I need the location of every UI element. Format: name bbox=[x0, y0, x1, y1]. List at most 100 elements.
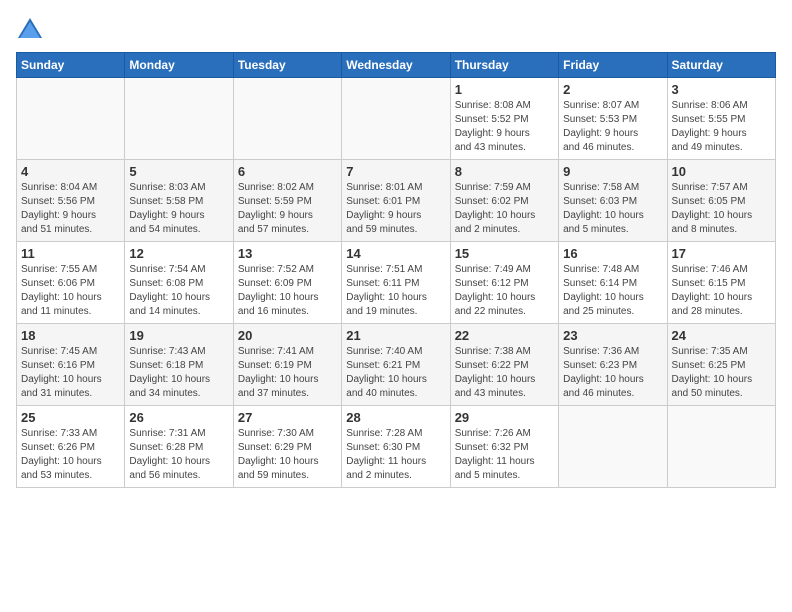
day-number: 14 bbox=[346, 246, 445, 261]
weekday-header-monday: Monday bbox=[125, 53, 233, 78]
calendar-cell: 26 Sunrise: 7:31 AM Sunset: 6:28 PM Dayli… bbox=[125, 406, 233, 488]
calendar-cell: 22 Sunrise: 7:38 AM Sunset: 6:22 PM Dayli… bbox=[450, 324, 558, 406]
calendar-cell: 8 Sunrise: 7:59 AM Sunset: 6:02 PM Daylig… bbox=[450, 160, 558, 242]
calendar-cell: 23 Sunrise: 7:36 AM Sunset: 6:23 PM Dayli… bbox=[559, 324, 667, 406]
calendar-week-1: 1Sunrise: 8:08 AM Sunset: 5:52 PM Daylig… bbox=[17, 78, 776, 160]
day-info: Sunrise: 7:41 AM Sunset: 6:19 PM Dayligh… bbox=[238, 345, 337, 401]
day-info: Sunrise: 7:36 AM Sunset: 6:23 PM Dayligh… bbox=[563, 345, 662, 401]
day-info: Sunrise: 8:01 AM Sunset: 6:01 PM Dayligh… bbox=[346, 181, 445, 237]
calendar-cell: 20Sunrise: 7:41 AM Sunset: 6:19 PM Dayli… bbox=[233, 324, 341, 406]
weekday-header-saturday: Saturday bbox=[667, 53, 775, 78]
calendar-cell: 10 Sunrise: 7:57 AM Sunset: 6:05 PM Dayli… bbox=[667, 160, 775, 242]
calendar-week-2: 4 Sunrise: 8:04 AM Sunset: 5:56 PM Daylig… bbox=[17, 160, 776, 242]
day-number: 26 bbox=[129, 410, 228, 425]
day-number: 18 bbox=[21, 328, 120, 343]
day-info: Sunrise: 7:54 AM Sunset: 6:08 PM Dayligh… bbox=[129, 263, 228, 319]
calendar-cell: 17 Sunrise: 7:46 AM Sunset: 6:15 PM Dayli… bbox=[667, 242, 775, 324]
day-info: Sunrise: 7:48 AM Sunset: 6:14 PM Dayligh… bbox=[563, 263, 662, 319]
day-number: 15 bbox=[455, 246, 554, 261]
day-number: 24 bbox=[672, 328, 771, 343]
calendar-cell: 4 Sunrise: 8:04 AM Sunset: 5:56 PM Daylig… bbox=[17, 160, 125, 242]
day-info: Sunrise: 7:38 AM Sunset: 6:22 PM Dayligh… bbox=[455, 345, 554, 401]
day-number: 13 bbox=[238, 246, 337, 261]
day-number: 9 bbox=[563, 164, 662, 179]
day-info: Sunrise: 7:55 AM Sunset: 6:06 PM Dayligh… bbox=[21, 263, 120, 319]
day-info: Sunrise: 7:33 AM Sunset: 6:26 PM Dayligh… bbox=[21, 427, 120, 483]
calendar-cell bbox=[233, 78, 341, 160]
weekday-header-wednesday: Wednesday bbox=[342, 53, 450, 78]
page-header bbox=[16, 16, 776, 44]
calendar-cell bbox=[559, 406, 667, 488]
day-info: Sunrise: 8:08 AM Sunset: 5:52 PM Dayligh… bbox=[455, 99, 554, 155]
day-number: 10 bbox=[672, 164, 771, 179]
day-number: 16 bbox=[563, 246, 662, 261]
day-number: 7 bbox=[346, 164, 445, 179]
calendar-week-3: 11 Sunrise: 7:55 AM Sunset: 6:06 PM Dayli… bbox=[17, 242, 776, 324]
calendar-cell bbox=[667, 406, 775, 488]
calendar-cell: 12 Sunrise: 7:54 AM Sunset: 6:08 PM Dayli… bbox=[125, 242, 233, 324]
calendar-week-4: 18 Sunrise: 7:45 AM Sunset: 6:16 PM Dayli… bbox=[17, 324, 776, 406]
calendar-header-row: SundayMondayTuesdayWednesdayThursdayFrid… bbox=[17, 53, 776, 78]
day-info: Sunrise: 7:43 AM Sunset: 6:18 PM Dayligh… bbox=[129, 345, 228, 401]
day-number: 12 bbox=[129, 246, 228, 261]
day-info: Sunrise: 7:45 AM Sunset: 6:16 PM Dayligh… bbox=[21, 345, 120, 401]
calendar-cell: 15 Sunrise: 7:49 AM Sunset: 6:12 PM Dayli… bbox=[450, 242, 558, 324]
day-info: Sunrise: 8:07 AM Sunset: 5:53 PM Dayligh… bbox=[563, 99, 662, 155]
calendar-cell: 6 Sunrise: 8:02 AM Sunset: 5:59 PM Daylig… bbox=[233, 160, 341, 242]
day-info: Sunrise: 7:30 AM Sunset: 6:29 PM Dayligh… bbox=[238, 427, 337, 483]
calendar-cell: 9Sunrise: 7:58 AM Sunset: 6:03 PM Daylig… bbox=[559, 160, 667, 242]
day-info: Sunrise: 8:06 AM Sunset: 5:55 PM Dayligh… bbox=[672, 99, 771, 155]
day-info: Sunrise: 7:52 AM Sunset: 6:09 PM Dayligh… bbox=[238, 263, 337, 319]
calendar-cell bbox=[17, 78, 125, 160]
day-number: 2 bbox=[563, 82, 662, 97]
day-info: Sunrise: 7:31 AM Sunset: 6:28 PM Dayligh… bbox=[129, 427, 228, 483]
calendar-cell bbox=[342, 78, 450, 160]
day-number: 28 bbox=[346, 410, 445, 425]
calendar-week-5: 25 Sunrise: 7:33 AM Sunset: 6:26 PM Dayli… bbox=[17, 406, 776, 488]
day-number: 29 bbox=[455, 410, 554, 425]
calendar-cell bbox=[125, 78, 233, 160]
calendar-cell: 14 Sunrise: 7:51 AM Sunset: 6:11 PM Dayli… bbox=[342, 242, 450, 324]
calendar-cell: 2 Sunrise: 8:07 AM Sunset: 5:53 PM Daylig… bbox=[559, 78, 667, 160]
day-number: 23 bbox=[563, 328, 662, 343]
day-info: Sunrise: 8:04 AM Sunset: 5:56 PM Dayligh… bbox=[21, 181, 120, 237]
day-info: Sunrise: 7:40 AM Sunset: 6:21 PM Dayligh… bbox=[346, 345, 445, 401]
day-info: Sunrise: 7:57 AM Sunset: 6:05 PM Dayligh… bbox=[672, 181, 771, 237]
calendar-cell: 25 Sunrise: 7:33 AM Sunset: 6:26 PM Dayli… bbox=[17, 406, 125, 488]
day-number: 27 bbox=[238, 410, 337, 425]
day-info: Sunrise: 7:28 AM Sunset: 6:30 PM Dayligh… bbox=[346, 427, 445, 483]
day-info: Sunrise: 7:46 AM Sunset: 6:15 PM Dayligh… bbox=[672, 263, 771, 319]
day-number: 21 bbox=[346, 328, 445, 343]
calendar-cell: 27 Sunrise: 7:30 AM Sunset: 6:29 PM Dayli… bbox=[233, 406, 341, 488]
calendar-cell: 21 Sunrise: 7:40 AM Sunset: 6:21 PM Dayli… bbox=[342, 324, 450, 406]
day-number: 11 bbox=[21, 246, 120, 261]
weekday-header-sunday: Sunday bbox=[17, 53, 125, 78]
day-number: 4 bbox=[21, 164, 120, 179]
calendar-cell: 7 Sunrise: 8:01 AM Sunset: 6:01 PM Daylig… bbox=[342, 160, 450, 242]
day-number: 25 bbox=[21, 410, 120, 425]
calendar-cell: 28 Sunrise: 7:28 AM Sunset: 6:30 PM Dayli… bbox=[342, 406, 450, 488]
calendar-cell: 19Sunrise: 7:43 AM Sunset: 6:18 PM Dayli… bbox=[125, 324, 233, 406]
day-info: Sunrise: 7:49 AM Sunset: 6:12 PM Dayligh… bbox=[455, 263, 554, 319]
logo-icon bbox=[16, 16, 44, 44]
calendar-cell: 24 Sunrise: 7:35 AM Sunset: 6:25 PM Dayli… bbox=[667, 324, 775, 406]
day-info: Sunrise: 8:02 AM Sunset: 5:59 PM Dayligh… bbox=[238, 181, 337, 237]
calendar-table: SundayMondayTuesdayWednesdayThursdayFrid… bbox=[16, 52, 776, 488]
day-info: Sunrise: 7:35 AM Sunset: 6:25 PM Dayligh… bbox=[672, 345, 771, 401]
day-info: Sunrise: 8:03 AM Sunset: 5:58 PM Dayligh… bbox=[129, 181, 228, 237]
day-number: 8 bbox=[455, 164, 554, 179]
calendar-cell: 16 Sunrise: 7:48 AM Sunset: 6:14 PM Dayli… bbox=[559, 242, 667, 324]
day-number: 6 bbox=[238, 164, 337, 179]
day-number: 22 bbox=[455, 328, 554, 343]
day-number: 17 bbox=[672, 246, 771, 261]
weekday-header-tuesday: Tuesday bbox=[233, 53, 341, 78]
logo bbox=[16, 16, 48, 44]
day-info: Sunrise: 7:59 AM Sunset: 6:02 PM Dayligh… bbox=[455, 181, 554, 237]
calendar-cell: 5 Sunrise: 8:03 AM Sunset: 5:58 PM Daylig… bbox=[125, 160, 233, 242]
day-info: Sunrise: 7:51 AM Sunset: 6:11 PM Dayligh… bbox=[346, 263, 445, 319]
day-info: Sunrise: 7:26 AM Sunset: 6:32 PM Dayligh… bbox=[455, 427, 554, 483]
calendar-cell: 3Sunrise: 8:06 AM Sunset: 5:55 PM Daylig… bbox=[667, 78, 775, 160]
calendar-cell: 1Sunrise: 8:08 AM Sunset: 5:52 PM Daylig… bbox=[450, 78, 558, 160]
weekday-header-friday: Friday bbox=[559, 53, 667, 78]
day-number: 5 bbox=[129, 164, 228, 179]
